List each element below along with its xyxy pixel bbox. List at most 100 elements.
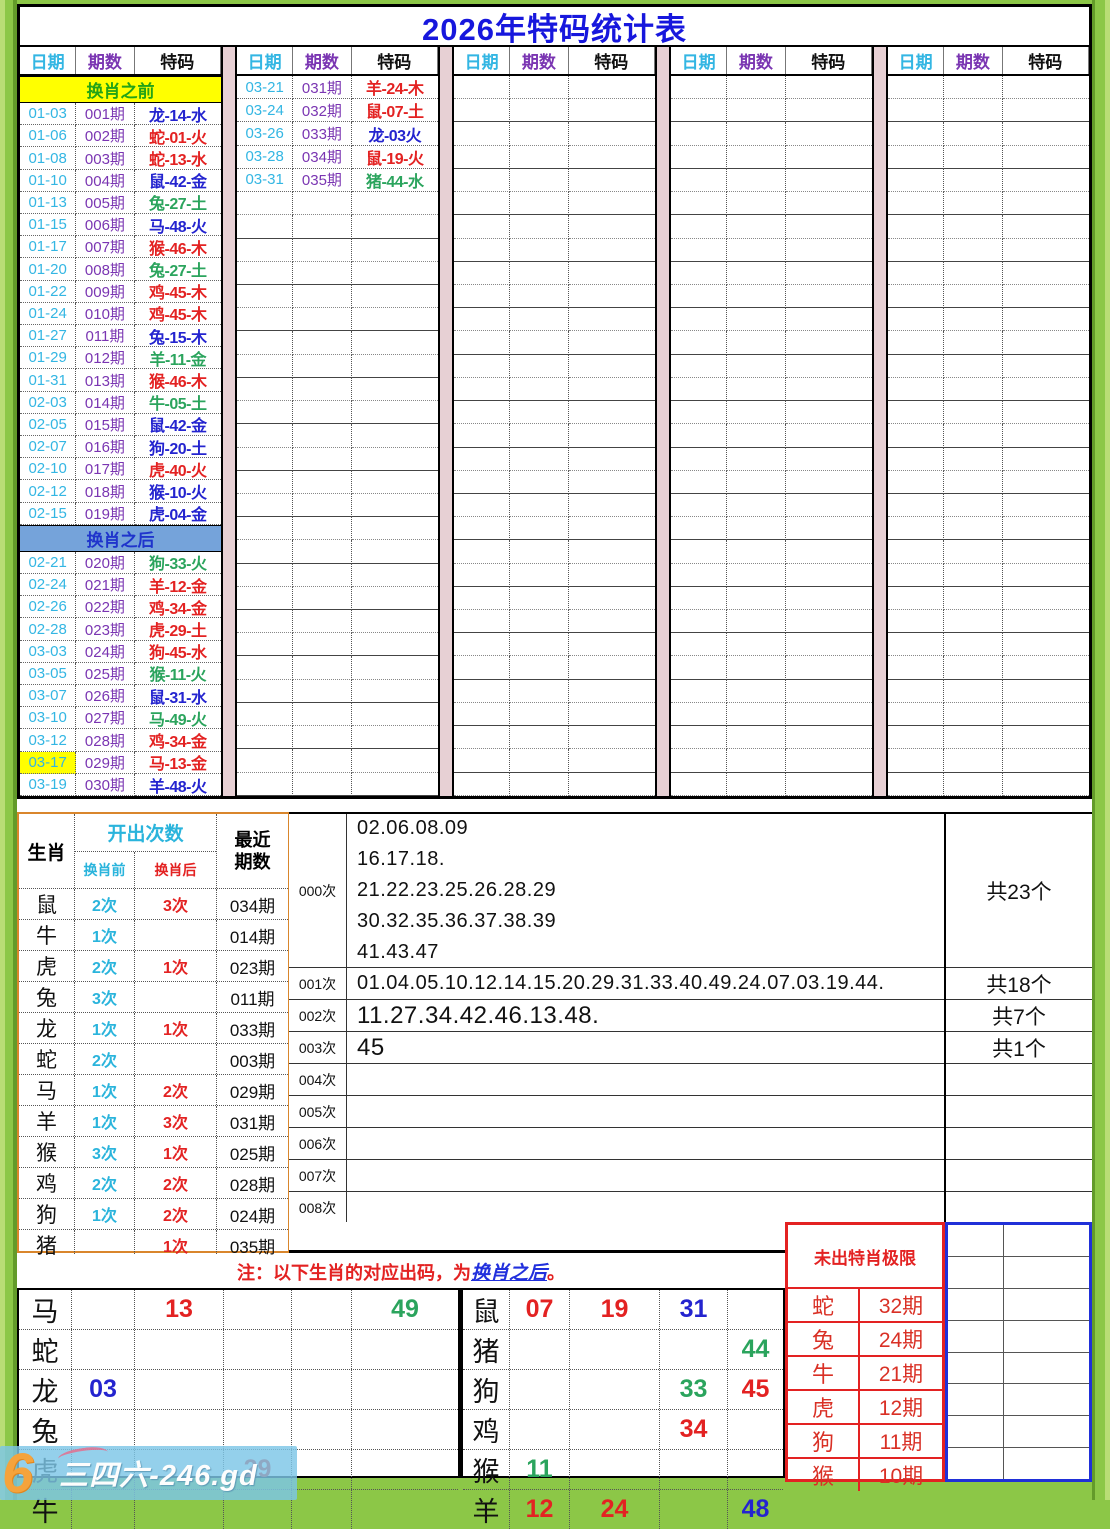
empty-cell [888,355,944,378]
empty-cell [510,703,568,726]
empty-cell [293,215,351,238]
empty-row [888,517,1089,540]
code-number-cell: 34 [660,1410,728,1449]
empty-row [671,401,872,424]
empty-row [454,239,655,262]
zodiac-code-row: 兔 [19,1410,458,1450]
empty-row [888,564,1089,587]
empty-cell [888,331,944,354]
empty-cell [510,564,568,587]
empty-row [454,122,655,145]
frequency-label: 002次 [289,1000,347,1031]
empty-row [888,169,1089,192]
empty-cell [569,471,655,494]
empty-cell [888,262,944,285]
empty-cell [1003,169,1089,192]
empty-cell [944,540,1002,563]
empty-row [888,471,1089,494]
empty-cell [671,122,727,145]
table-row: 02-10017期虎-40-火 [20,458,221,480]
code-cell: 虎-29-土 [135,618,221,640]
empty-cell [944,448,1002,471]
code-cell: 鼠-42-金 [135,170,221,192]
frequency-total [946,1192,1092,1224]
limit-periods-cell: 11期 [860,1425,942,1457]
code-cell: 猴-11-火 [135,663,221,685]
zodiac-cell: 龙 [19,1013,75,1043]
stats-row: 猴3次1次025期 [19,1137,288,1168]
empty-grid-row [948,1225,1089,1257]
limit-row: 兔24期 [788,1323,942,1357]
empty-cell [727,564,785,587]
empty-cell [293,308,351,331]
empty-cell [671,76,727,99]
empty-row [454,262,655,285]
empty-cell [727,471,785,494]
empty-cell [671,355,727,378]
table-row: 01-10004期鼠-42-金 [20,170,221,192]
code-cell: 鼠-19-火 [352,146,438,169]
frequency-numbers [347,1128,944,1159]
empty-cell [237,680,293,703]
empty-row [671,308,872,331]
period-cell: 008期 [76,258,134,280]
empty-cell [786,262,872,285]
group-separator [221,47,237,796]
empty-cell [454,424,510,447]
empty-cell [948,1225,1004,1256]
empty-cell [948,1289,1004,1320]
empty-row [671,773,872,796]
empty-cell [786,749,872,772]
empty-cell [454,703,510,726]
empty-cell [786,494,872,517]
empty-cell [944,401,1002,424]
code-cell: 马-49-火 [135,707,221,729]
before-count-cell: 1次 [75,920,135,950]
limit-row: 狗11期 [788,1425,942,1459]
empty-cell [454,448,510,471]
zodiac-cell: 羊 [19,1106,75,1136]
empty-cell [293,703,351,726]
empty-cell [944,262,1002,285]
zodiac-header: 生肖 [19,814,75,888]
zodiac-cell: 羊 [463,1490,510,1529]
empty-row [454,192,655,215]
empty-cell [948,1353,1004,1384]
stats-row: 蛇2次003期 [19,1044,288,1075]
code-cell: 蛇-01-火 [135,125,221,147]
empty-cell [727,215,785,238]
empty-cell [569,773,655,796]
empty-grid-row [948,1384,1089,1416]
empty-row [888,540,1089,563]
stats-row: 鼠2次3次034期 [19,889,288,920]
table-header-row: 日期期数特码 [671,47,872,76]
date-cell: 01-29 [20,347,76,369]
period-cell: 004期 [76,170,134,192]
empty-cell [293,192,351,215]
empty-cell [944,564,1002,587]
zodiac-cell: 马 [19,1075,75,1105]
empty-row [888,99,1089,122]
empty-cell [569,192,655,215]
empty-cell [569,401,655,424]
empty-cell [569,448,655,471]
empty-cell [352,1370,458,1409]
empty-cell [786,285,872,308]
code-number-cell: 13 [135,1290,224,1329]
empty-cell [727,169,785,192]
empty-cell [786,726,872,749]
empty-row [454,587,655,610]
empty-cell [727,680,785,703]
empty-cell [1003,680,1089,703]
empty-cell [888,448,944,471]
limit-zodiac-cell: 狗 [788,1425,860,1457]
period-cell: 012期 [76,347,134,369]
empty-row [671,726,872,749]
table-row: 01-17007期猴-46-木 [20,236,221,258]
date-cell: 03-12 [20,729,76,751]
empty-cell [570,1370,660,1409]
empty-cell [1003,773,1089,796]
empty-row [454,726,655,749]
empty-row [888,726,1089,749]
empty-cell [944,656,1002,679]
